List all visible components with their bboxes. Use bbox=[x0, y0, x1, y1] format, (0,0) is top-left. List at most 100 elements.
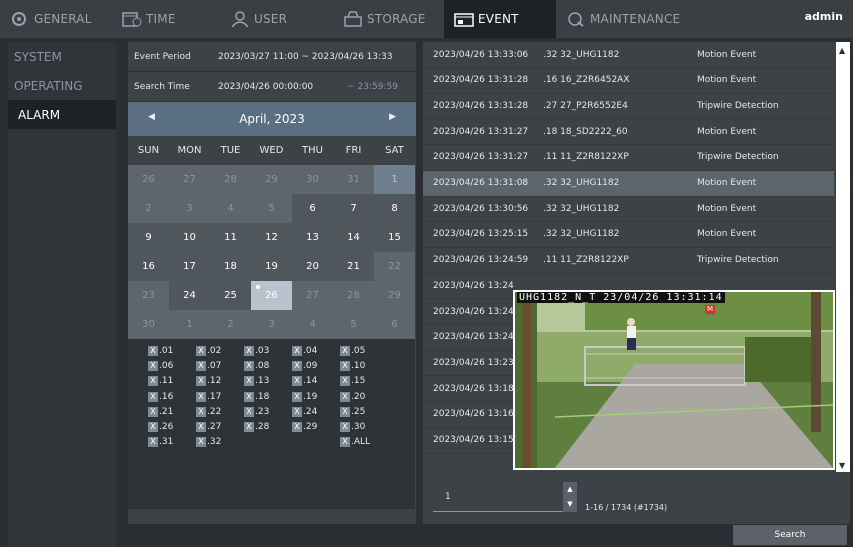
calendar-day[interactable]: 2 bbox=[210, 310, 251, 339]
page-input[interactable]: 1 bbox=[433, 482, 563, 512]
search-time-start[interactable]: 2023/04/26 00:00:00 bbox=[218, 82, 313, 92]
check-icon[interactable]: X bbox=[196, 391, 206, 402]
calendar-day[interactable]: 17 bbox=[169, 252, 210, 281]
check-icon[interactable]: X bbox=[292, 345, 302, 356]
event-row[interactable]: 2023/04/26 13:31:28 .27 27_P2R6552E4 Tripw… bbox=[423, 93, 834, 120]
channel-checkbox[interactable]: X .11 bbox=[148, 374, 196, 389]
check-icon[interactable]: X bbox=[340, 406, 350, 417]
channel-checkbox[interactable]: X .28 bbox=[244, 419, 292, 434]
event-row[interactable]: 2023/04/26 13:31:27 .11 11_Z2R8122XP Tripw… bbox=[423, 145, 834, 171]
menu-item-alarm[interactable]: ALARM bbox=[8, 100, 116, 129]
calendar-day[interactable]: 29 bbox=[251, 165, 292, 194]
event-list-scrollbar[interactable]: ▲ ▼ bbox=[836, 42, 850, 472]
calendar-day[interactable]: 31 bbox=[333, 165, 374, 194]
channel-checkbox[interactable]: X .19 bbox=[292, 389, 340, 404]
channel-checkbox[interactable]: X .27 bbox=[196, 419, 244, 434]
calendar-day[interactable]: 12 bbox=[251, 223, 292, 252]
channel-checkbox[interactable]: X .07 bbox=[196, 358, 244, 373]
calendar-day[interactable]: 2 bbox=[128, 194, 169, 223]
page-down-icon[interactable]: ▼ bbox=[563, 497, 577, 512]
event-row[interactable]: 2023/04/26 13:31:27 .18 18_SD2222_60 Motio… bbox=[423, 119, 834, 146]
calendar-day[interactable]: 3 bbox=[169, 194, 210, 223]
channel-checkbox[interactable]: X .01 bbox=[148, 343, 196, 358]
check-icon[interactable]: X bbox=[148, 345, 158, 356]
check-icon[interactable]: X bbox=[340, 360, 350, 371]
calendar-day[interactable]: 1 bbox=[374, 165, 415, 194]
channel-checkbox[interactable]: X .17 bbox=[196, 389, 244, 404]
check-icon[interactable]: X bbox=[292, 360, 302, 371]
check-icon[interactable]: X bbox=[196, 437, 206, 448]
channel-checkbox[interactable]: X .12 bbox=[196, 374, 244, 389]
channel-checkbox[interactable]: X .32 bbox=[196, 435, 244, 450]
calendar-day[interactable]: 23 bbox=[128, 281, 169, 310]
calendar-day[interactable]: 6 bbox=[374, 310, 415, 339]
calendar-day[interactable]: 14 bbox=[333, 223, 374, 252]
channel-checkbox[interactable]: X .23 bbox=[244, 404, 292, 419]
channel-checkbox[interactable]: X .02 bbox=[196, 343, 244, 358]
check-icon[interactable]: X bbox=[340, 437, 350, 448]
calendar-day[interactable]: 18 bbox=[210, 252, 251, 281]
calendar-day[interactable]: 6 bbox=[292, 194, 333, 223]
tab-event[interactable]: EVENT bbox=[444, 0, 556, 38]
calendar-day[interactable]: 4 bbox=[292, 310, 333, 339]
event-row[interactable]: 2023/04/26 13:31:28 .16 16_Z2R6452AX Motio… bbox=[423, 68, 834, 94]
menu-item-operating[interactable]: OPERATING bbox=[8, 71, 116, 100]
calendar-day-selected[interactable]: 26 bbox=[251, 281, 292, 310]
check-icon[interactable]: X bbox=[292, 422, 302, 433]
search-time-end[interactable]: ~ 23:59:59 bbox=[347, 82, 398, 92]
calendar-day[interactable]: 5 bbox=[251, 194, 292, 223]
calendar-day[interactable]: 1 bbox=[169, 310, 210, 339]
calendar-day[interactable]: 16 bbox=[128, 252, 169, 281]
calendar-day[interactable]: 10 bbox=[169, 223, 210, 252]
check-icon[interactable]: X bbox=[244, 376, 254, 387]
channel-checkbox[interactable]: X .29 bbox=[292, 419, 340, 434]
search-button[interactable]: Search bbox=[733, 525, 847, 545]
check-icon[interactable]: X bbox=[148, 360, 158, 371]
check-icon[interactable]: X bbox=[148, 422, 158, 433]
channel-checkbox[interactable]: X .04 bbox=[292, 343, 340, 358]
tab-user[interactable]: USER bbox=[230, 0, 320, 38]
check-icon[interactable]: X bbox=[292, 391, 302, 402]
channel-checkbox[interactable]: X .26 bbox=[148, 419, 196, 434]
channel-checkbox[interactable]: X .16 bbox=[148, 389, 196, 404]
next-month-icon[interactable]: ▶ bbox=[389, 112, 396, 122]
event-row[interactable]: 2023/04/26 13:31:08 .32 32_UHG1182 Motion … bbox=[423, 170, 834, 197]
channel-checkbox[interactable]: X .ALL bbox=[340, 435, 388, 450]
calendar-day[interactable]: 7 bbox=[333, 194, 374, 223]
calendar-day[interactable]: 9 bbox=[128, 223, 169, 252]
event-row[interactable]: 2023/04/26 13:24:59 .11 11_Z2R8122XP Tripw… bbox=[423, 248, 834, 274]
check-icon[interactable]: X bbox=[196, 360, 206, 371]
channel-checkbox[interactable]: X .31 bbox=[148, 435, 196, 450]
check-icon[interactable]: X bbox=[244, 360, 254, 371]
check-icon[interactable]: X bbox=[148, 391, 158, 402]
channel-checkbox[interactable]: X .20 bbox=[340, 389, 388, 404]
check-icon[interactable]: X bbox=[244, 391, 254, 402]
channel-checkbox[interactable]: X .05 bbox=[340, 343, 388, 358]
menu-item-system[interactable]: SYSTEM bbox=[8, 42, 116, 71]
calendar-day[interactable]: 29 bbox=[374, 281, 415, 310]
event-row[interactable]: 2023/04/26 13:25:15 .32 32_UHG1182 Motion … bbox=[423, 222, 834, 248]
calendar-day[interactable]: 30 bbox=[292, 165, 333, 194]
page-stepper[interactable]: ▲ ▼ bbox=[563, 482, 577, 512]
channel-checkbox[interactable]: X .21 bbox=[148, 404, 196, 419]
check-icon[interactable]: X bbox=[148, 406, 158, 417]
channel-checkbox[interactable]: X .22 bbox=[196, 404, 244, 419]
channel-checkbox[interactable]: X .15 bbox=[340, 374, 388, 389]
prev-month-icon[interactable]: ◀ bbox=[148, 112, 155, 122]
channel-checkbox[interactable]: X .09 bbox=[292, 358, 340, 373]
calendar-day[interactable]: 11 bbox=[210, 223, 251, 252]
event-row[interactable]: 2023/04/26 13:33:06 .32 32_UHG1182 Motion … bbox=[423, 42, 834, 68]
check-icon[interactable]: X bbox=[196, 406, 206, 417]
channel-checkbox[interactable]: X .25 bbox=[340, 404, 388, 419]
tab-storage[interactable]: STORAGE bbox=[343, 0, 443, 38]
check-icon[interactable]: X bbox=[196, 422, 206, 433]
calendar-day[interactable]: 22 bbox=[374, 252, 415, 281]
calendar-day[interactable]: 28 bbox=[210, 165, 251, 194]
channel-checkbox[interactable]: X .10 bbox=[340, 358, 388, 373]
calendar-day[interactable]: 13 bbox=[292, 223, 333, 252]
channel-checkbox[interactable]: X .06 bbox=[148, 358, 196, 373]
calendar-day[interactable]: 3 bbox=[251, 310, 292, 339]
page-up-icon[interactable]: ▲ bbox=[563, 482, 577, 497]
tab-time[interactable]: TIME bbox=[122, 0, 212, 38]
calendar-day[interactable]: 28 bbox=[333, 281, 374, 310]
